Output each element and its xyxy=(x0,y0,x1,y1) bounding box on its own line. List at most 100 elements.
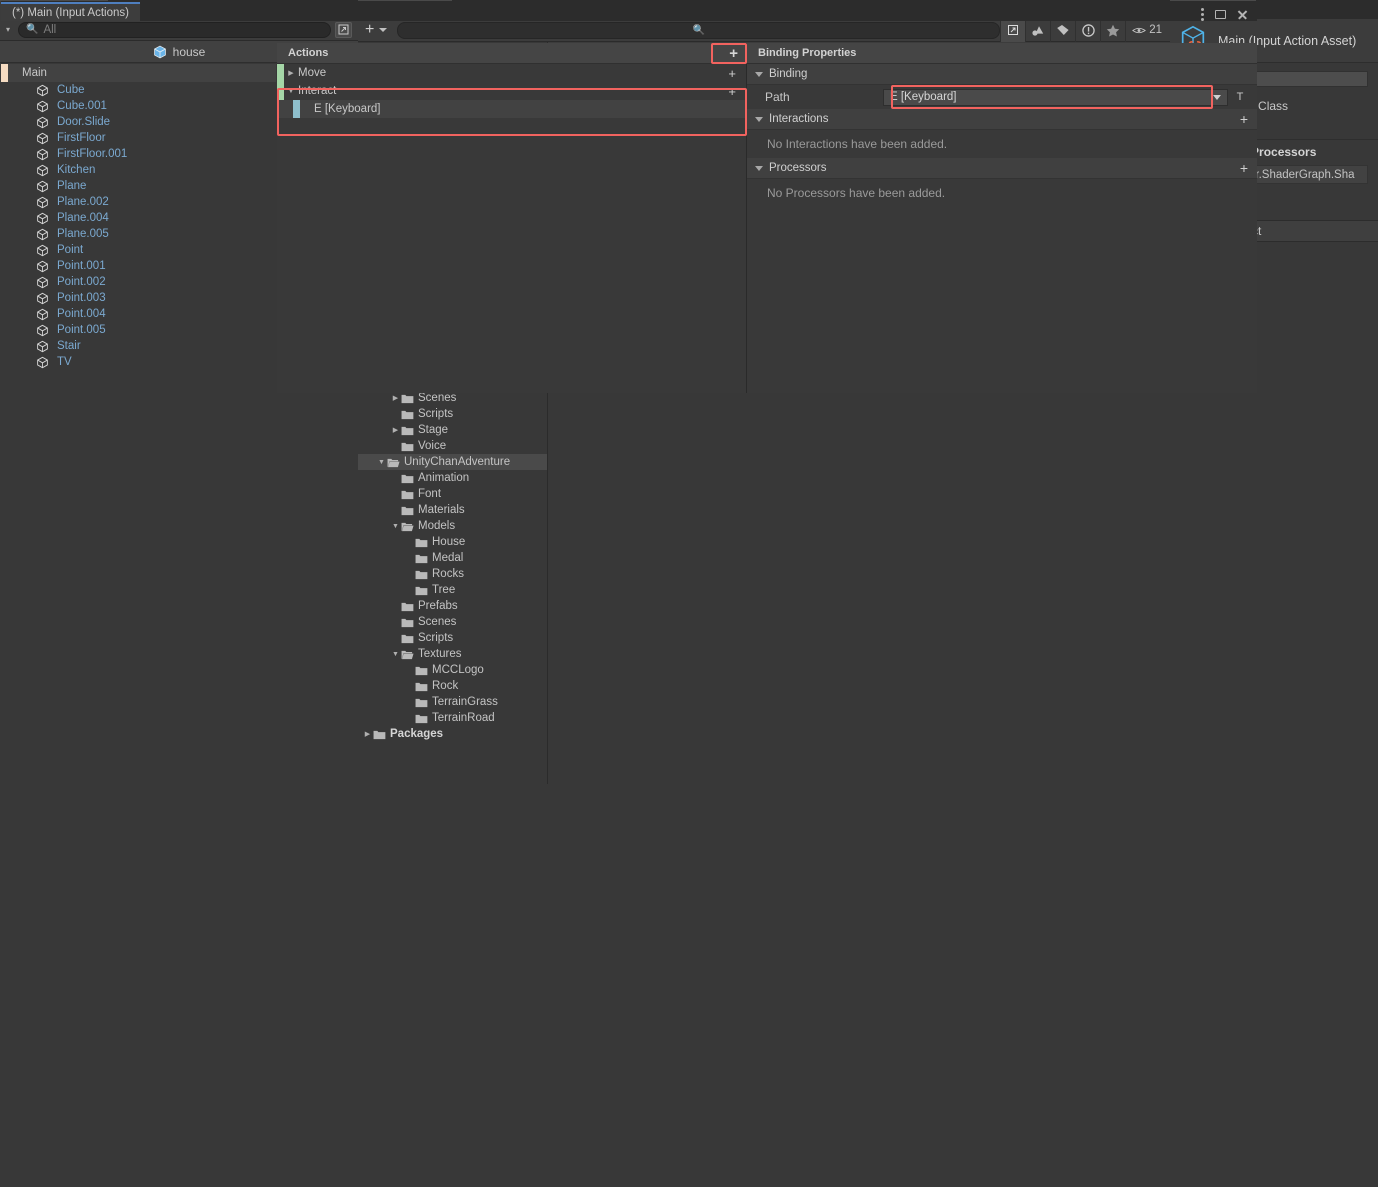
processors-section-header[interactable]: Processors + xyxy=(747,158,1257,179)
project-tree-item-prefabs[interactable]: Prefabs xyxy=(358,598,547,614)
project-tree-item-label: Tree xyxy=(432,584,455,596)
project-tree-item-packages[interactable]: ▶ Packages xyxy=(358,726,547,742)
hierarchy-item-label: Plane.002 xyxy=(57,196,109,208)
binding-path-label: Path xyxy=(765,90,883,104)
gameobject-icon xyxy=(36,84,49,97)
prefab-breadcrumb: house xyxy=(153,45,206,59)
folder-icon xyxy=(415,553,428,564)
project-tree-item-animation[interactable]: Animation xyxy=(358,470,547,486)
folder-icon xyxy=(401,617,414,628)
binding-path-text-toggle-button[interactable]: T xyxy=(1232,89,1248,106)
project-tree-item-label: Voice xyxy=(418,440,446,452)
gameobject-icon xyxy=(36,324,49,337)
kebab-icon[interactable] xyxy=(1201,8,1204,21)
hierarchy-open-in-new-button[interactable] xyxy=(335,22,352,38)
add-processor-button[interactable]: + xyxy=(1240,161,1257,175)
project-tree-item-materials[interactable]: Materials xyxy=(358,502,547,518)
project-tree-item-terrainroad[interactable]: TerrainRoad xyxy=(358,710,547,726)
prefab-icon xyxy=(153,45,167,59)
chevron-down-icon[interactable]: ▼ xyxy=(390,523,401,530)
folder-icon xyxy=(401,441,414,452)
tab-main-input-actions[interactable]: (*) Main (Input Actions) xyxy=(1,2,140,21)
hierarchy-item-label: Point.002 xyxy=(57,276,106,288)
project-tree-item-scripts[interactable]: Scripts xyxy=(358,406,547,422)
project-tree-item-medal[interactable]: Medal xyxy=(358,550,547,566)
add-action-button[interactable]: + xyxy=(729,46,738,61)
add-binding-button[interactable]: + xyxy=(728,85,746,98)
gameobject-icon xyxy=(36,356,49,369)
chevron-right-icon[interactable]: ▶ xyxy=(390,426,401,434)
action-row-move[interactable]: ▶Move+ xyxy=(277,64,746,82)
chevron-right-icon[interactable]: ▶ xyxy=(362,730,373,738)
project-tree-item-rock[interactable]: Rock xyxy=(358,678,547,694)
warning-filter-icon[interactable] xyxy=(1075,19,1100,42)
project-tree-item-house[interactable]: House xyxy=(358,534,547,550)
project-tree-item-label: Textures xyxy=(418,648,461,660)
open-in-new-icon[interactable] xyxy=(1000,19,1025,42)
hierarchy-search-input[interactable]: 🔍 All xyxy=(18,22,331,38)
action-maps-list[interactable]: Main xyxy=(1,64,276,82)
project-tree-item-voice[interactable]: Voice xyxy=(358,438,547,454)
project-tree-item-rocks[interactable]: Rocks xyxy=(358,566,547,582)
hierarchy-item-label: Point.003 xyxy=(57,292,106,304)
gameobject-icon xyxy=(36,292,49,305)
chevron-right-icon[interactable]: ▶ xyxy=(284,69,298,77)
chevron-down-icon[interactable]: ▼ xyxy=(390,651,401,658)
project-tree-item-label: Animation xyxy=(418,472,469,484)
hierarchy-item-label: Point.005 xyxy=(57,324,106,336)
gameobject-icon xyxy=(36,228,49,241)
action-map-row-main[interactable]: Main xyxy=(1,64,276,82)
project-tree-item-label: Packages xyxy=(390,728,443,740)
folder-icon xyxy=(415,665,428,676)
project-tree-item-font[interactable]: Font xyxy=(358,486,547,502)
action-color-bar xyxy=(277,64,284,82)
gameobject-icon xyxy=(36,180,49,193)
hierarchy-item-label: Plane.005 xyxy=(57,228,109,240)
project-tree-item-stage[interactable]: ▶Stage xyxy=(358,422,547,438)
type-filter-icon[interactable] xyxy=(1025,19,1050,42)
project-tree-item-label: MCCLogo xyxy=(432,664,484,676)
chevron-down-icon xyxy=(755,166,763,171)
add-binding-button[interactable]: + xyxy=(728,67,746,80)
favorite-filter-icon[interactable] xyxy=(1100,19,1125,42)
chevron-down-icon[interactable]: ▼ xyxy=(376,459,387,466)
folder-icon xyxy=(401,473,414,484)
project-tree-item-unitychanadventure[interactable]: ▼UnityChanAdventure xyxy=(358,454,547,470)
binding-section-header[interactable]: Binding xyxy=(747,64,1257,85)
chevron-down-icon[interactable] xyxy=(379,28,387,32)
project-search-input[interactable]: 🔍 xyxy=(397,22,1000,39)
visible-item-count: 21 xyxy=(1125,19,1170,42)
label-filter-icon[interactable] xyxy=(1050,19,1075,42)
project-tree-item-label: Medal xyxy=(432,552,463,564)
processors-empty-message: No Processors have been added. xyxy=(747,179,1257,207)
project-tree-item-tree[interactable]: Tree xyxy=(358,582,547,598)
binding-label: E [Keyboard] xyxy=(314,103,380,115)
chevron-down-icon[interactable]: ▼ xyxy=(284,88,298,95)
close-icon[interactable] xyxy=(1237,9,1248,20)
hierarchy-item-label: Cube xyxy=(57,84,85,96)
add-interaction-button[interactable]: + xyxy=(1240,112,1257,126)
project-tree-item-models[interactable]: ▼Models xyxy=(358,518,547,534)
project-tree-item-scripts[interactable]: Scripts xyxy=(358,630,547,646)
hierarchy-item-label: Kitchen xyxy=(57,164,95,176)
binding-path-dropdown[interactable]: E [Keyboard] xyxy=(883,89,1228,106)
gameobject-icon xyxy=(36,84,49,97)
gameobject-icon xyxy=(36,276,49,289)
actions-list[interactable]: ▶Move+▼Interact+ E [Keyboard] xyxy=(277,64,746,118)
project-tree-item-scenes[interactable]: Scenes xyxy=(358,614,547,630)
maximize-icon[interactable] xyxy=(1215,10,1226,19)
gameobject-icon xyxy=(36,212,49,225)
binding-row-e-keyboard-[interactable]: E [Keyboard] xyxy=(277,100,746,118)
gameobject-icon xyxy=(36,356,49,369)
hierarchy-create-dropdown-icon[interactable]: ▾ xyxy=(2,25,14,34)
action-row-interact[interactable]: ▼Interact+ xyxy=(277,82,746,100)
project-tree-item-label: Scenes xyxy=(418,616,456,628)
project-tree-item-textures[interactable]: ▼ Textures xyxy=(358,646,547,662)
project-tree-item-terraingrass[interactable]: TerrainGrass xyxy=(358,694,547,710)
chevron-right-icon[interactable]: ▶ xyxy=(390,394,401,402)
project-tree-item-mcclogo[interactable]: MCCLogo xyxy=(358,662,547,678)
folder-icon xyxy=(373,729,386,740)
project-create-button[interactable]: + xyxy=(365,22,374,38)
open-in-new-icon xyxy=(338,24,349,35)
interactions-section-header[interactable]: Interactions + xyxy=(747,109,1257,130)
